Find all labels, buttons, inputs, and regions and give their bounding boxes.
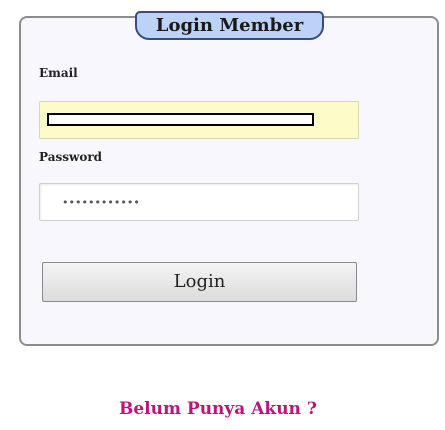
login-page: Login Member Email Password ••••••••••••…: [0, 0, 445, 430]
login-form-legend: Login Member: [135, 11, 324, 40]
email-field[interactable]: [39, 101, 359, 139]
register-link[interactable]: Belum Punya Akun ?: [119, 399, 317, 419]
email-redaction-box: [47, 113, 314, 126]
password-label: Password: [39, 150, 103, 164]
password-field[interactable]: ••••••••••••: [39, 183, 359, 221]
password-masked-value: ••••••••••••: [62, 196, 140, 209]
login-button[interactable]: Login: [42, 262, 357, 302]
email-label: Email: [39, 66, 78, 80]
